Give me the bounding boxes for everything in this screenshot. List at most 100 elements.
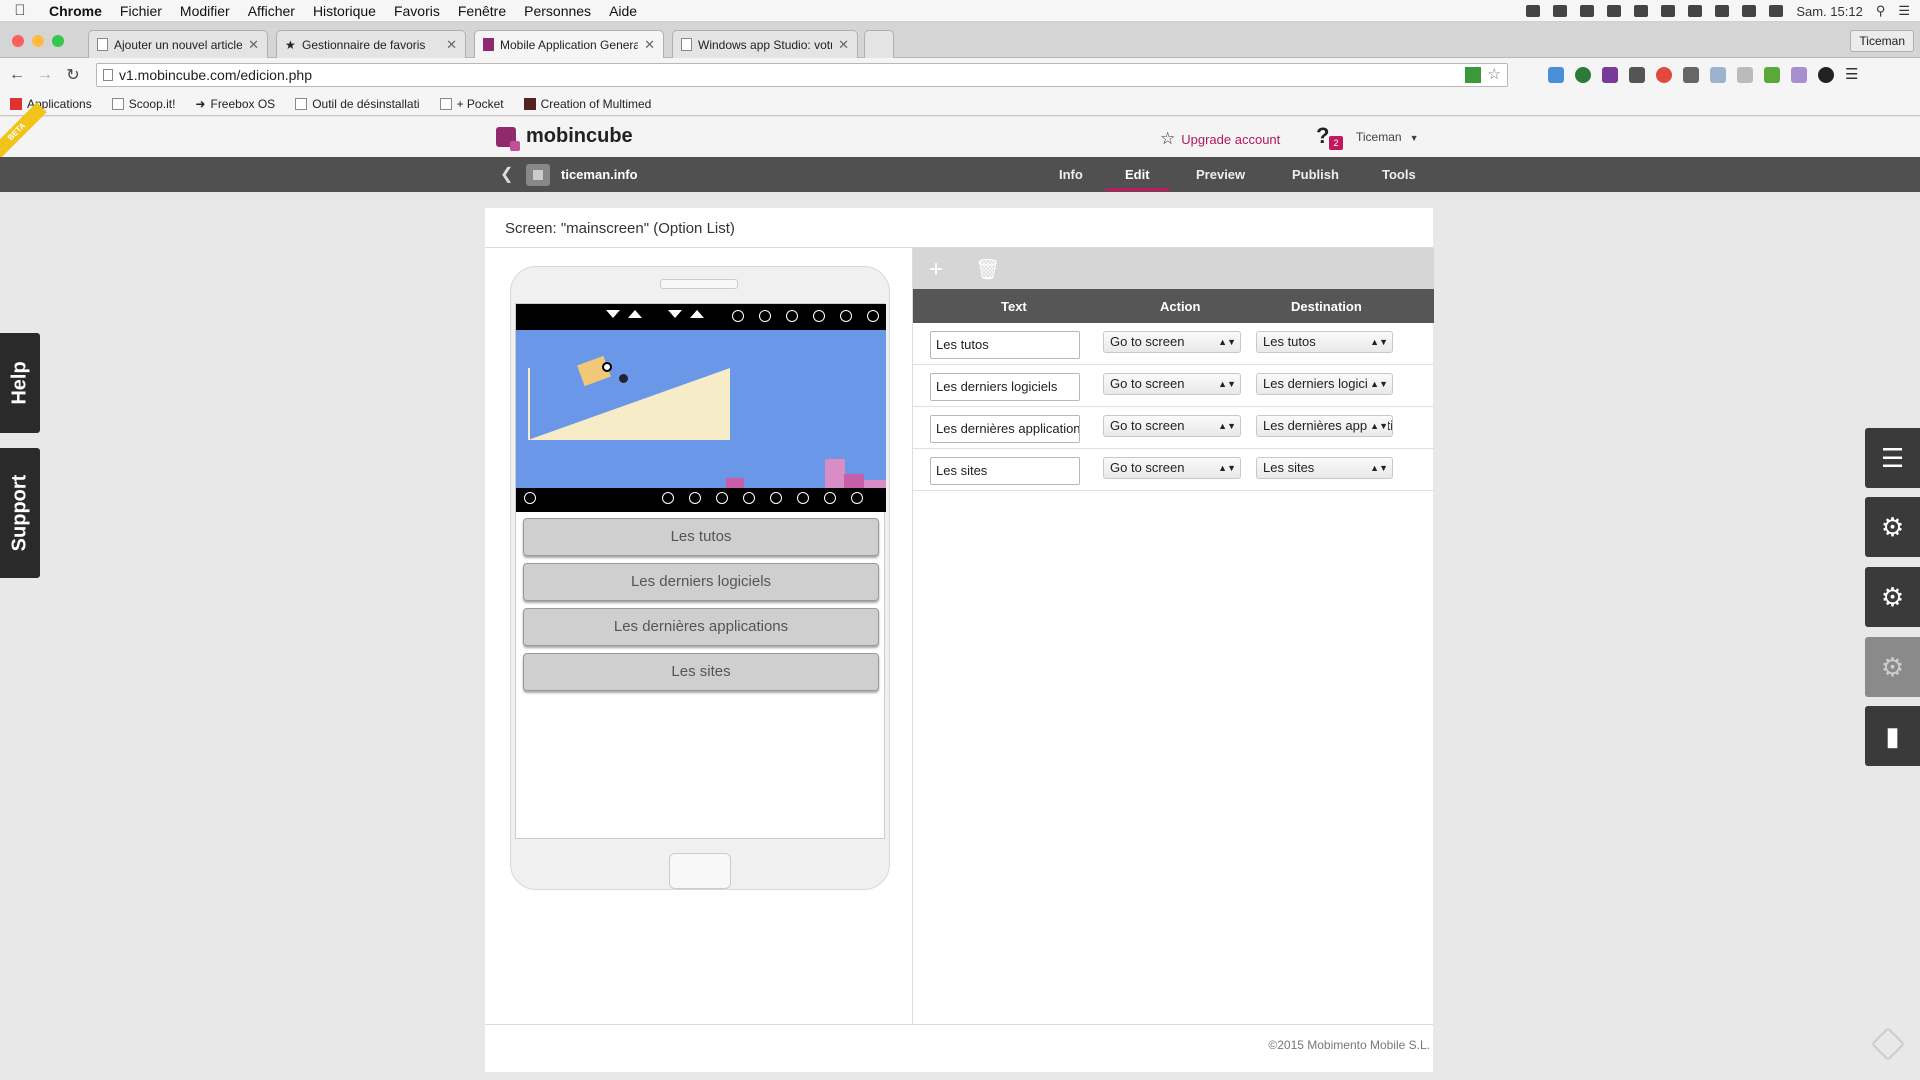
- spotlight-search-icon[interactable]: ⚲: [1876, 3, 1886, 19]
- support-side-tab[interactable]: Support: [0, 448, 40, 578]
- option-text-input[interactable]: Les sites: [930, 457, 1080, 485]
- clock[interactable]: Sam. 15:12: [1796, 4, 1863, 19]
- phone-option-button[interactable]: Les sites: [523, 653, 879, 691]
- phone-option-button[interactable]: Les tutos: [523, 518, 879, 556]
- help-side-tab[interactable]: Help: [0, 333, 40, 433]
- tab-publish[interactable]: Publish: [1292, 167, 1339, 182]
- profile-button[interactable]: Ticeman: [1850, 30, 1914, 52]
- option-text-input[interactable]: Les dernières applications: [930, 415, 1080, 443]
- bluetooth-icon[interactable]: [1715, 5, 1730, 17]
- extension-feed-icon[interactable]: [1465, 67, 1481, 83]
- apple-icon[interactable]: : [0, 2, 40, 19]
- close-window-button[interactable]: [12, 35, 24, 47]
- menu-afficher[interactable]: Afficher: [239, 3, 304, 19]
- menu-historique[interactable]: Historique: [304, 3, 385, 19]
- action-select[interactable]: Go to screen ▲▼: [1103, 457, 1241, 479]
- destination-select[interactable]: Les sites ▲▼: [1256, 457, 1393, 479]
- screen-settings-button[interactable]: ⚙: [1865, 567, 1920, 627]
- menu-modifier[interactable]: Modifier: [171, 3, 239, 19]
- trash-icon[interactable]: 🗑: [975, 257, 1000, 282]
- menu-fichier[interactable]: Fichier: [111, 3, 171, 19]
- bookmark-freebox[interactable]: ➜ Freebox OS: [185, 97, 285, 111]
- extension-icon[interactable]: [1791, 67, 1807, 83]
- onenote-icon[interactable]: [1602, 67, 1618, 83]
- option-text-input[interactable]: Les derniers logiciels: [930, 373, 1080, 401]
- bookmark-multimedia[interactable]: Creation of Multimed: [514, 97, 662, 111]
- zoom-window-button[interactable]: [52, 35, 64, 47]
- settings-button[interactable]: ⚙: [1865, 497, 1920, 557]
- extension-icon[interactable]: [1818, 67, 1834, 83]
- destination-select[interactable]: Les tutos ▲▼: [1256, 331, 1393, 353]
- browser-tab[interactable]: Ajouter un nouvel article ‹ I ✕: [88, 30, 268, 58]
- chrome-menu-icon[interactable]: ☰: [1845, 67, 1861, 83]
- minimize-window-button[interactable]: [32, 35, 44, 47]
- cloud-icon[interactable]: [1580, 5, 1595, 17]
- menu-fenetre[interactable]: Fenêtre: [449, 3, 515, 19]
- device-preview-button[interactable]: ▮: [1865, 706, 1920, 766]
- bookmark-pocket[interactable]: + Pocket: [430, 97, 514, 111]
- dropbox-icon[interactable]: [1526, 5, 1541, 17]
- extension-icon[interactable]: [1737, 67, 1753, 83]
- sync-icon[interactable]: [1553, 5, 1568, 17]
- menu-favoris[interactable]: Favoris: [385, 3, 449, 19]
- extension-icon[interactable]: [1629, 67, 1645, 83]
- time-machine-icon[interactable]: [1688, 5, 1703, 17]
- browser-tab[interactable]: ★ Gestionnaire de favoris ✕: [276, 30, 466, 58]
- tab-preview[interactable]: Preview: [1196, 167, 1245, 182]
- action-select[interactable]: Go to screen ▲▼: [1103, 373, 1241, 395]
- list-view-button[interactable]: ☰: [1865, 428, 1920, 488]
- address-bar[interactable]: v1.mobincube.com/edicion.php ☆: [96, 63, 1508, 87]
- eject-icon[interactable]: [1661, 5, 1676, 17]
- tab-close-icon[interactable]: ✕: [838, 37, 849, 53]
- game-bottom-icons: [662, 492, 863, 504]
- macos-menubar:  Chrome Fichier Modifier Afficher Histo…: [0, 0, 1920, 22]
- back-icon[interactable]: ←: [6, 66, 28, 84]
- upgrade-account-link[interactable]: ☆ Upgrade account: [1160, 129, 1280, 149]
- option-text-input[interactable]: Les tutos: [930, 331, 1080, 359]
- bookmark-label: Scoop.it!: [128, 96, 176, 111]
- tab-close-icon[interactable]: ✕: [644, 37, 655, 53]
- tab-close-icon[interactable]: ✕: [248, 37, 259, 53]
- extension-icon[interactable]: [1575, 67, 1591, 83]
- phone-option-button[interactable]: Les derniers logiciels: [523, 563, 879, 601]
- destination-select[interactable]: Les derniers logiciels ▲▼: [1256, 373, 1393, 395]
- action-select[interactable]: Go to screen ▲▼: [1103, 331, 1241, 353]
- extension-icon[interactable]: [1683, 67, 1699, 83]
- add-plus-icon[interactable]: +: [929, 256, 943, 284]
- browser-tab-active[interactable]: Mobile Application Genera ✕: [474, 30, 664, 58]
- bookmark-uninstall-tool[interactable]: Outil de désinstallati: [285, 97, 429, 111]
- airplay-icon[interactable]: [1634, 5, 1649, 17]
- tab-info[interactable]: Info: [1059, 167, 1083, 182]
- destination-select[interactable]: Les dernières applications▲▼: [1256, 415, 1393, 437]
- tab-title: Windows app Studio: votre: [698, 37, 833, 52]
- browser-tab[interactable]: Windows app Studio: votre ✕: [672, 30, 858, 58]
- new-tab-button[interactable]: [864, 30, 894, 58]
- phone-option-button[interactable]: Les dernières applications: [523, 608, 879, 646]
- mobincube-logo[interactable]: mobincube: [496, 125, 633, 151]
- action-select[interactable]: Go to screen ▲▼: [1103, 415, 1241, 437]
- volume-icon[interactable]: [1769, 5, 1784, 17]
- wifi-icon[interactable]: [1742, 5, 1757, 17]
- table-settings-button[interactable]: ⚙: [1865, 637, 1920, 697]
- extension-icon[interactable]: [1656, 67, 1672, 83]
- camera-icon[interactable]: [1710, 67, 1726, 83]
- back-chevron-icon[interactable]: ❮: [500, 164, 513, 184]
- forward-icon[interactable]: →: [34, 66, 56, 84]
- menu-aide[interactable]: Aide: [600, 3, 646, 19]
- bookmark-scoopit[interactable]: Scoop.it!: [102, 97, 186, 111]
- notification-bell-icon[interactable]: [1607, 5, 1622, 17]
- user-menu[interactable]: Ticeman ▼: [1356, 130, 1419, 144]
- tab-edit[interactable]: Edit: [1125, 167, 1150, 182]
- bookmark-star-icon[interactable]: ☆: [1488, 64, 1501, 86]
- extension-icon[interactable]: [1764, 67, 1780, 83]
- diamond-icon[interactable]: [1871, 1027, 1905, 1061]
- menu-app-chrome[interactable]: Chrome: [40, 3, 111, 19]
- tab-close-icon[interactable]: ✕: [446, 37, 457, 53]
- extension-icon[interactable]: [1548, 67, 1564, 83]
- reload-icon[interactable]: ↻: [62, 65, 84, 85]
- help-question-icon[interactable]: ?: [1316, 123, 1329, 149]
- tab-tools[interactable]: Tools: [1382, 167, 1416, 182]
- menu-personnes[interactable]: Personnes: [515, 3, 600, 19]
- bookmark-applications[interactable]: Applications: [0, 97, 102, 111]
- notification-center-icon[interactable]: ☰: [1898, 3, 1910, 19]
